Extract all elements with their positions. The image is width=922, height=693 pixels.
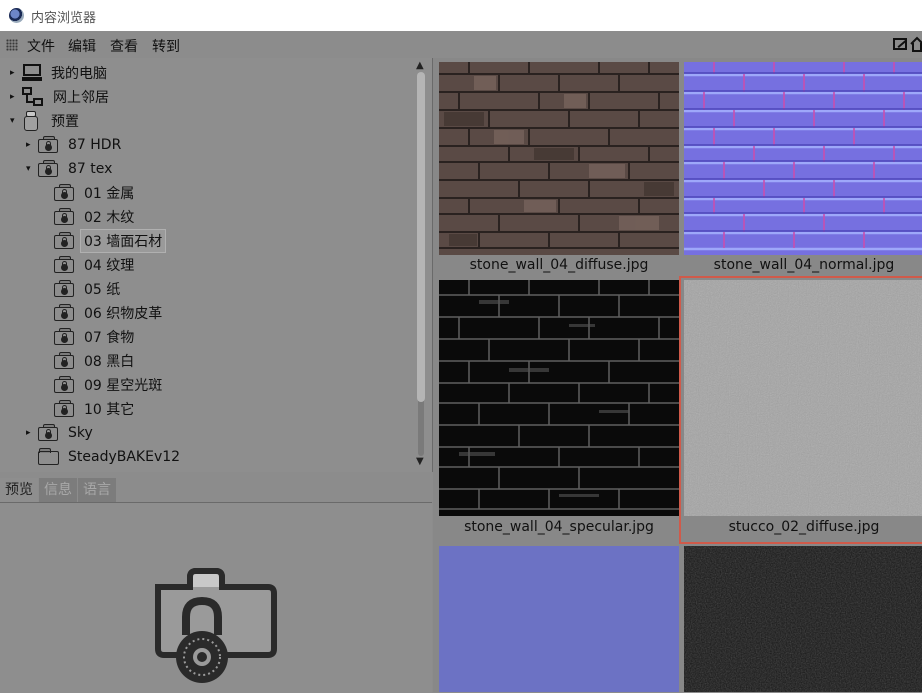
tree-item-steadybake[interactable]: SteadyBAKEv12 — [38, 446, 183, 468]
tree-item-label: 我的电脑 — [51, 66, 107, 82]
tree-item-label: 07 食物 — [84, 330, 135, 346]
selection-highlight — [679, 276, 922, 544]
collapse-arrow-icon[interactable]: ▾ — [10, 116, 20, 126]
tree-item-05[interactable]: 05 纸 — [54, 278, 123, 300]
thumbnail-dark-texture — [684, 546, 922, 692]
locked-folder-icon — [54, 208, 76, 226]
expand-arrow-icon[interactable]: ▸ — [10, 68, 20, 78]
menu-edit[interactable]: 编辑 — [68, 36, 96, 56]
app-logo-icon — [9, 8, 24, 23]
home-icon[interactable] — [910, 36, 922, 52]
grid-item[interactable]: stone_wall_04_diffuse.jpg — [439, 62, 679, 280]
tree-item-label: 01 金属 — [84, 186, 135, 202]
tree-item-label: 08 黑白 — [84, 354, 135, 370]
tree-item-presets[interactable]: ▾ 预置 — [10, 110, 82, 132]
menu-view[interactable]: 查看 — [110, 36, 138, 56]
locked-folder-icon — [54, 352, 76, 370]
tree-item-02[interactable]: 02 木纹 — [54, 206, 137, 228]
tree-item-06[interactable]: 06 织物皮革 — [54, 302, 165, 324]
grid-item[interactable]: stone_wall_04_specular.jpg — [439, 280, 679, 542]
tree-item-07[interactable]: 07 食物 — [54, 326, 137, 348]
locked-folder-icon — [54, 256, 76, 274]
menu-bar: 文件 编辑 查看 转到 — [0, 31, 922, 58]
content-grid: stone_wall_04_diffuse.jpg stone_wall_04_… — [433, 58, 922, 692]
info-tabs: 预览 信息 语言 — [0, 478, 117, 502]
tree-item-87-hdr[interactable]: ▸ 87 HDR — [26, 134, 124, 156]
expand-arrow-icon[interactable]: ▸ — [26, 428, 36, 438]
tree-item-08[interactable]: 08 黑白 — [54, 350, 137, 372]
expand-arrow-icon[interactable]: ▸ — [10, 92, 20, 102]
thumbnail-stone-specular — [439, 280, 679, 516]
edit-icon[interactable] — [893, 38, 907, 50]
grid-item[interactable] — [684, 546, 922, 692]
tree-item-09[interactable]: 09 星空光斑 — [54, 374, 165, 396]
tree-scrollbar[interactable]: ▲ ▼ — [414, 58, 428, 472]
computer-icon — [22, 64, 42, 82]
tab-preview[interactable]: 预览 — [0, 478, 38, 502]
preset-library-icon — [22, 111, 40, 131]
locked-folder-icon — [54, 280, 76, 298]
tree-item-label: 87 HDR — [68, 137, 122, 153]
preview-panel — [0, 502, 432, 693]
scroll-thumb[interactable] — [417, 72, 425, 402]
grip-handle-icon[interactable] — [6, 39, 18, 51]
thumbnail-blue-normal — [439, 546, 679, 692]
tree-item-my-computer[interactable]: ▸ 我的电脑 — [10, 62, 110, 84]
title-bar: 内容浏览器 — [0, 0, 922, 32]
tree-item-label: 预置 — [51, 114, 79, 130]
tab-language[interactable]: 语言 — [78, 478, 116, 502]
tree-item-label: 04 纹理 — [84, 258, 135, 274]
thumbnail-stone-diffuse — [439, 62, 679, 255]
locked-folder-icon — [54, 184, 76, 202]
menu-file[interactable]: 文件 — [27, 36, 55, 56]
thumbnail-caption: stone_wall_04_specular.jpg — [464, 519, 654, 535]
locked-folder-icon — [38, 136, 60, 154]
tree-item-sky[interactable]: ▸ Sky — [26, 422, 96, 444]
locked-folder-preview-icon — [155, 568, 277, 683]
network-icon — [22, 87, 44, 107]
expand-arrow-icon[interactable]: ▸ — [26, 140, 36, 150]
menu-goto[interactable]: 转到 — [152, 36, 180, 56]
folder-tree: ▸ 我的电脑 ▸ 网上邻居 ▾ 预置 ▸ 87 HDR ▾ 87 tex 01 … — [0, 58, 433, 472]
thumbnail-caption: stone_wall_04_diffuse.jpg — [469, 257, 649, 273]
tree-item-label: 03 墙面石材 — [79, 229, 167, 253]
tree-item-network[interactable]: ▸ 网上邻居 — [10, 86, 112, 108]
grid-item[interactable] — [439, 546, 679, 692]
grid-item[interactable]: stone_wall_04_normal.jpg — [684, 62, 922, 280]
tree-item-87-tex[interactable]: ▾ 87 tex — [26, 158, 115, 180]
locked-folder-icon — [54, 376, 76, 394]
locked-folder-icon — [38, 424, 60, 442]
tree-item-10[interactable]: 10 其它 — [54, 398, 137, 420]
tree-item-01[interactable]: 01 金属 — [54, 182, 137, 204]
folder-icon — [38, 448, 60, 466]
tree-item-label: 10 其它 — [84, 402, 135, 418]
locked-folder-open-icon — [38, 160, 60, 178]
locked-folder-icon — [54, 232, 76, 250]
tree-item-label: 02 木纹 — [84, 210, 135, 226]
scroll-down-arrow-icon[interactable]: ▼ — [416, 456, 424, 467]
tree-item-label: 网上邻居 — [53, 90, 109, 106]
tree-item-label: 06 织物皮革 — [84, 306, 163, 322]
tree-item-04[interactable]: 04 纹理 — [54, 254, 137, 276]
collapse-arrow-icon[interactable]: ▾ — [26, 164, 36, 174]
tree-item-03-selected[interactable]: 03 墙面石材 — [54, 229, 167, 253]
thumbnail-stone-normal — [684, 62, 922, 255]
tab-info[interactable]: 信息 — [39, 478, 77, 502]
window-title: 内容浏览器 — [31, 11, 97, 26]
locked-folder-icon — [54, 328, 76, 346]
tree-item-label: 05 纸 — [84, 282, 121, 298]
tree-item-label: 09 星空光斑 — [84, 378, 163, 394]
tree-item-label: Sky — [68, 425, 93, 441]
locked-folder-icon — [54, 400, 76, 418]
scroll-up-arrow-icon[interactable]: ▲ — [416, 60, 424, 71]
thumbnail-caption: stone_wall_04_normal.jpg — [713, 257, 895, 273]
tree-item-label: 87 tex — [68, 161, 113, 177]
locked-folder-icon — [54, 304, 76, 322]
tree-item-label: SteadyBAKEv12 — [68, 449, 181, 465]
